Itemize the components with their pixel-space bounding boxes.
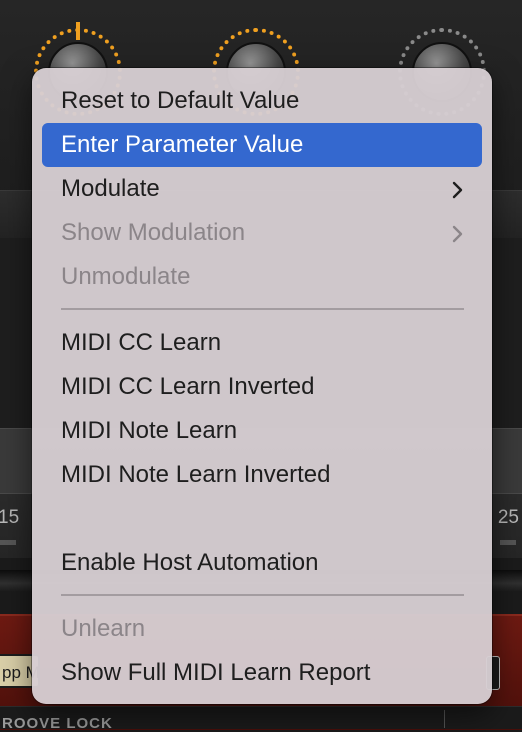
menu-item-label: MIDI CC Learn Inverted [61, 373, 315, 400]
chevron-right-icon [448, 167, 468, 211]
menu-item-label: MIDI Note Learn [61, 417, 238, 444]
value-box-left[interactable] [0, 428, 32, 494]
menu-item-label: Enable Host Automation [61, 549, 319, 576]
value-left: 15 [0, 507, 20, 528]
menu-item-label: Modulate [61, 175, 160, 202]
menu-item-label: MIDI Note Learn Inverted [61, 461, 331, 488]
menu-item-label: Show Full MIDI Learn Report [61, 659, 371, 686]
menu-item-unmodulate[interactable]: Unmodulate [42, 255, 482, 299]
menu-item-label: Enter Parameter Value [61, 131, 304, 158]
menu-item-label: Show Modulation [61, 219, 246, 246]
menu-item-label: MIDI CC Learn [61, 329, 222, 356]
chevron-right-icon [448, 211, 468, 255]
menu-item-label: Unmodulate [61, 263, 191, 290]
menu-item-unlearn[interactable]: Unlearn [42, 607, 482, 651]
menu-item-modulate[interactable]: Modulate [42, 167, 482, 211]
value-box-right[interactable] [490, 428, 522, 494]
menu-item-reset-default[interactable]: Reset to Default Value [42, 79, 482, 123]
tick-left [0, 540, 16, 545]
groove-lock-label: ROOVE LOCK [2, 715, 113, 732]
menu-item-label: Reset to Default Value [61, 87, 300, 114]
knob-pointer [76, 22, 80, 40]
menu-item-show-modulation[interactable]: Show Modulation [42, 211, 482, 255]
menu-item-midi-cc-learn[interactable]: MIDI CC Learn [42, 321, 482, 365]
value-right: 25 [497, 507, 519, 528]
menu-item-enable-host-automation[interactable]: Enable Host Automation [42, 541, 482, 585]
menu-item-midi-cc-learn-inverted[interactable]: MIDI CC Learn Inverted [42, 365, 482, 409]
tick-right [500, 540, 516, 545]
menu-item-midi-note-learn[interactable]: MIDI Note Learn [42, 409, 482, 453]
context-menu: Reset to Default Value Enter Parameter V… [32, 68, 492, 704]
menu-item-show-midi-learn-report[interactable]: Show Full MIDI Learn Report [42, 651, 482, 695]
menu-item-enter-parameter-value[interactable]: Enter Parameter Value [42, 123, 482, 167]
menu-separator [61, 594, 464, 596]
divider [444, 710, 445, 728]
menu-item-label: Unlearn [61, 615, 146, 642]
menu-separator [61, 308, 464, 310]
menu-item-midi-note-learn-inverted[interactable]: MIDI Note Learn Inverted [42, 453, 482, 497]
